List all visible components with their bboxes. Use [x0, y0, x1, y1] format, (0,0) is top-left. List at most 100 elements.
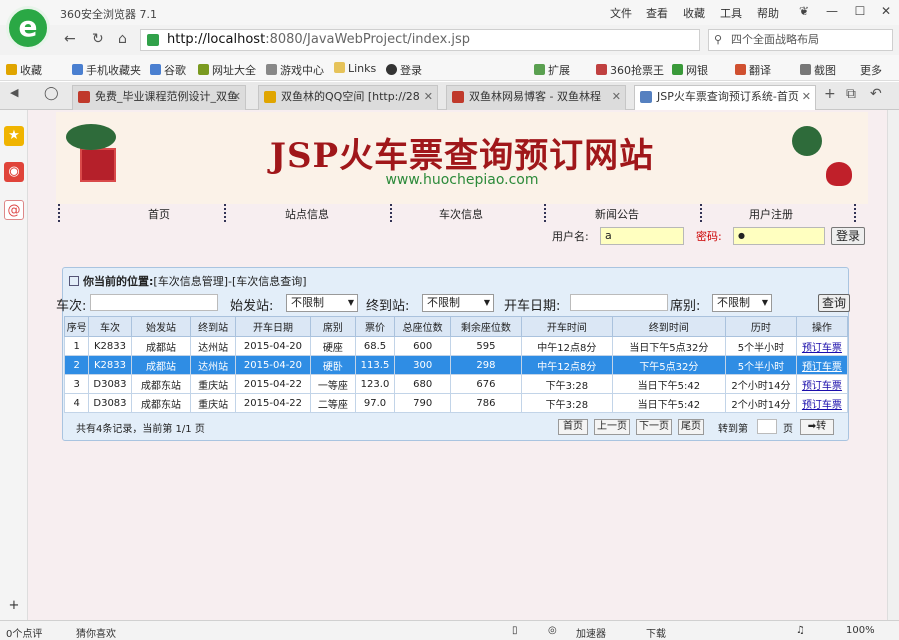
screenshot-button[interactable]: 截图	[800, 62, 836, 78]
book-ticket-link[interactable]: 预订车票	[802, 400, 842, 411]
tab-3[interactable]: 双鱼林网易博客 - 双鱼林程 ✕	[446, 85, 626, 110]
date-input[interactable]	[570, 294, 668, 311]
train-input[interactable]	[90, 294, 218, 311]
to-select[interactable]: 不限制	[422, 294, 494, 312]
query-button[interactable]: 查询	[818, 294, 850, 312]
table-row[interactable]: 4 D3083 成都东站 重庆站 2015-04-22 二等座 97.0 790 786 下午3:…	[63, 393, 849, 413]
table-cell: K2833	[88, 336, 132, 356]
recommend-status[interactable]: 猜你喜欢	[76, 625, 116, 640]
table-cell: 676	[449, 374, 522, 394]
bookmark-directory[interactable]: 网址大全	[198, 62, 256, 78]
nav-site-info[interactable]: 站点信息	[252, 206, 362, 222]
tab-1[interactable]: 免费_毕业课程范例设计_双鱼 ✕	[72, 85, 246, 110]
last-page-button[interactable]: 尾页	[678, 419, 704, 435]
mail-icon[interactable]: @	[4, 200, 24, 220]
book-ticket-link[interactable]: 预订车票	[802, 343, 842, 354]
vertical-scrollbar[interactable]	[887, 110, 899, 620]
skin-icon[interactable]: ❦	[790, 2, 818, 20]
web-page: JSP火车票查询预订网站 www.huochepiao.com 首页 站点信息 …	[28, 110, 887, 620]
first-page-button[interactable]: 首页	[558, 419, 588, 435]
menu-help[interactable]: 帮助	[757, 5, 779, 21]
favorites-star-icon[interactable]: ★	[4, 126, 24, 146]
table-cell: 1	[63, 336, 90, 356]
home-icon[interactable]: ⌂	[118, 31, 127, 47]
tab-close-icon[interactable]: ✕	[612, 86, 621, 108]
more-button[interactable]: 更多	[860, 62, 882, 78]
tab-2[interactable]: 双鱼林的QQ空间 [http://28 ✕	[258, 85, 438, 110]
bank-button[interactable]: 网银	[672, 62, 708, 78]
prev-page-button[interactable]: 上一页	[594, 419, 630, 435]
bank-icon	[672, 64, 683, 75]
table-row[interactable]: 3 D3083 成都东站 重庆站 2015-04-22 一等座 123.0 680 676 下午3…	[63, 374, 849, 394]
next-page-button[interactable]: 下一页	[636, 419, 672, 435]
accelerator-button[interactable]: 加速器	[576, 625, 606, 640]
tab-close-icon[interactable]: ✕	[232, 86, 241, 108]
phone-icon[interactable]: ▯	[512, 625, 518, 636]
nav-train-info[interactable]: 车次信息	[406, 206, 516, 222]
menu-favorites[interactable]: 收藏	[683, 5, 705, 21]
tab-active[interactable]: JSP火车票查询预订系统-首页 ✕	[634, 85, 816, 110]
tab-scroll-left-icon[interactable]: ◀	[10, 86, 18, 99]
page-number-input[interactable]	[757, 419, 777, 434]
bookmark-google[interactable]: 谷歌	[150, 62, 186, 78]
login-icon	[386, 64, 397, 75]
column-header: 开车时间	[520, 316, 613, 337]
tab-close-icon[interactable]: ✕	[802, 86, 811, 108]
comments-status[interactable]: 0个点评	[6, 625, 42, 640]
seat-select[interactable]: 不限制	[712, 294, 772, 312]
bookmark-mobile[interactable]: 手机收藏夹	[72, 62, 141, 78]
bookmark-links[interactable]: Links	[334, 62, 376, 75]
bookmark-login[interactable]: 登录	[386, 62, 422, 78]
refresh-icon[interactable]: ↻	[92, 31, 104, 47]
menu-view[interactable]: 查看	[646, 5, 668, 21]
browser-window: 360安全浏览器 7.1 文件 查看 收藏 工具 帮助 ❦ — ☐ ✕ e ← …	[0, 0, 899, 640]
bookmark-favorites[interactable]: 收藏	[6, 62, 42, 78]
ticket-grabber-button[interactable]: 360抢票王	[596, 62, 664, 78]
game-icon	[266, 64, 277, 75]
network-icon[interactable]: ◎	[548, 625, 557, 636]
back-icon[interactable]: ←	[64, 31, 76, 47]
login-button[interactable]: 登录	[831, 227, 865, 245]
password-input[interactable]: ●	[733, 227, 825, 245]
book-ticket-link[interactable]: 预订车票	[802, 381, 842, 392]
column-header: 序号	[63, 316, 90, 337]
table-cell: 113.5	[354, 355, 396, 375]
from-select[interactable]: 不限制	[286, 294, 358, 312]
search-input[interactable]: ⚲ 四个全面战略布局	[708, 29, 893, 51]
url-input[interactable]: http://localhost:8080/JavaWebProject/ind…	[140, 29, 700, 51]
menu-tools[interactable]: 工具	[720, 5, 742, 21]
table-row[interactable]: 1 K2833 成都站 达州站 2015-04-20 硬座 68.5 600 595 中午12点8…	[63, 336, 849, 356]
go-button[interactable]: ➡转	[800, 419, 834, 435]
bookmark-games[interactable]: 游戏中心	[266, 62, 324, 78]
username-input[interactable]: a	[600, 227, 684, 245]
column-header: 终到站	[190, 316, 236, 337]
menu-file[interactable]: 文件	[610, 5, 632, 21]
tab-close-icon[interactable]: ✕	[424, 86, 433, 108]
book-ticket-link[interactable]: 预订车票	[802, 362, 842, 373]
table-cell: 重庆站	[190, 393, 236, 413]
translate-button[interactable]: 翻译	[735, 62, 771, 78]
undo-icon[interactable]: ↶	[870, 86, 882, 102]
add-sidebar-icon[interactable]: +	[4, 596, 24, 616]
closed-tabs-icon[interactable]: ◯	[44, 86, 59, 101]
zoom-level[interactable]: 100%	[846, 625, 875, 636]
table-cell: 成都东站	[130, 393, 192, 413]
tab-list-icon[interactable]: ⧉	[846, 86, 856, 102]
volume-icon[interactable]: ♫	[796, 625, 805, 636]
download-button[interactable]: 下载	[646, 625, 666, 640]
table-cell: 68.5	[354, 336, 396, 356]
maximize-icon[interactable]: ☐	[846, 2, 874, 20]
table-cell: 2015-04-22	[234, 374, 312, 394]
table-cell: 硬卧	[310, 355, 356, 375]
new-tab-icon[interactable]: +	[824, 86, 836, 102]
weibo-icon[interactable]: ◉	[4, 162, 24, 182]
extensions-button[interactable]: 扩展	[534, 62, 570, 78]
nav-news[interactable]: 新闻公告	[562, 206, 672, 222]
nav-register[interactable]: 用户注册	[716, 206, 826, 222]
site-banner: JSP火车票查询预订网站 www.huochepiao.com	[56, 112, 868, 204]
nav-home[interactable]: 首页	[104, 206, 214, 222]
minimize-icon[interactable]: —	[818, 2, 846, 20]
table-row[interactable]: 2 K2833 成都站 达州站 2015-04-20 硬卧 113.5 300 298 中午12点…	[63, 355, 849, 375]
table-cell: 成都站	[130, 355, 192, 375]
close-icon[interactable]: ✕	[872, 2, 899, 20]
